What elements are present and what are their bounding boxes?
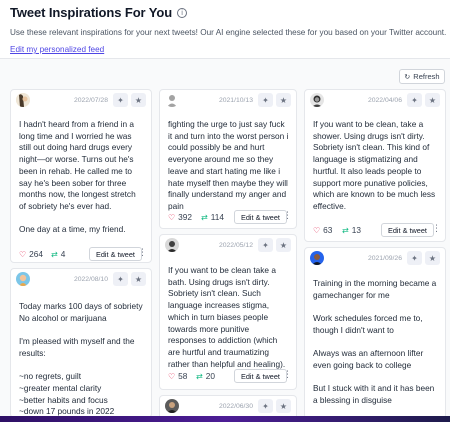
tweet-actions: ♡ 58 ⇄ 20 Edit & tweet ⋮ <box>166 369 292 383</box>
tweet-text: Today marks 100 days of sobriety No alco… <box>19 301 143 417</box>
more-icon[interactable]: ⋮ <box>283 211 292 221</box>
title-row: Tweet Inspirations For You i <box>10 0 450 20</box>
tweet-text: Training in the morning became a gamecha… <box>313 278 437 406</box>
sparkle-icon[interactable]: ✦ <box>258 399 273 413</box>
avatar <box>16 272 30 286</box>
tweet-date: 2021/09/26 <box>367 255 402 262</box>
star-icon[interactable]: ★ <box>131 93 146 107</box>
tweet-text: If you want to be clean take a bath. Usi… <box>168 265 286 369</box>
refresh-button[interactable]: ↻ Refresh <box>399 69 445 84</box>
avatar <box>165 399 179 413</box>
heart-icon: ♡ <box>19 249 27 259</box>
tweet-text: If you want to be clean, take a shower. … <box>313 119 436 211</box>
card-header: 2022/07/28 ✦ ★ <box>11 90 151 112</box>
sparkle-icon[interactable]: ✦ <box>113 272 128 286</box>
heart-icon: ♡ <box>313 225 321 235</box>
sparkle-icon[interactable]: ✦ <box>113 93 128 107</box>
card-header: 2021/09/26 ✦ ★ <box>305 248 445 270</box>
sparkle-icon[interactable]: ✦ <box>407 93 422 107</box>
tweet-card: 2021/10/13 ✦ ★ fighting the urge to just… <box>159 89 297 229</box>
avatar <box>165 93 179 107</box>
like-count[interactable]: ♡ 264 <box>19 249 43 259</box>
like-count[interactable]: ♡ 392 <box>168 212 192 222</box>
heart-icon: ♡ <box>168 212 176 222</box>
card-header: 2022/06/30 ✦ ★ <box>160 396 296 418</box>
tweet-card: 2021/09/26 ✦ ★ Training in the morning b… <box>304 247 446 419</box>
like-count[interactable]: ♡ 58 <box>168 371 187 381</box>
tweet-actions: ♡ 392 ⇄ 114 Edit & tweet ⋮ <box>166 210 292 224</box>
retweet-icon: ⇄ <box>201 212 208 222</box>
sparkle-icon[interactable]: ✦ <box>258 238 273 252</box>
avatar <box>310 251 324 265</box>
retweet-count[interactable]: ⇄ 13 <box>342 225 361 235</box>
tweet-date: 2022/04/06 <box>367 97 402 104</box>
avatar <box>165 238 179 252</box>
tweet-date: 2022/06/30 <box>218 403 253 410</box>
bottom-bar <box>0 416 450 422</box>
refresh-label: Refresh <box>413 72 440 81</box>
edit-and-tweet-button[interactable]: Edit & tweet <box>234 369 287 383</box>
card-header: 2022/04/06 ✦ ★ <box>305 90 445 112</box>
tweet-card: 2022/04/06 ✦ ★ If you want to be clean, … <box>304 89 446 242</box>
heart-icon: ♡ <box>168 371 176 381</box>
page-header: Tweet Inspirations For You i Use these r… <box>10 0 450 57</box>
tweet-date: 2022/08/10 <box>73 276 108 283</box>
star-icon[interactable]: ★ <box>276 399 291 413</box>
more-icon[interactable]: ⋮ <box>138 248 147 258</box>
tweet-date: 2021/10/13 <box>218 97 253 104</box>
retweet-count[interactable]: ⇄ 20 <box>196 371 215 381</box>
sparkle-icon[interactable]: ✦ <box>407 251 422 265</box>
refresh-icon: ↻ <box>404 72 411 81</box>
tweet-text: I hadn't heard from a friend in a long t… <box>19 119 136 235</box>
retweet-count[interactable]: ⇄ 4 <box>51 249 65 259</box>
retweet-icon: ⇄ <box>196 371 203 381</box>
like-count[interactable]: ♡ 63 <box>313 225 332 235</box>
star-icon[interactable]: ★ <box>276 238 291 252</box>
card-header: 2022/05/12 ✦ ★ <box>160 235 296 257</box>
star-icon[interactable]: ★ <box>131 272 146 286</box>
page-subtitle: Use these relevant inspirations for your… <box>10 28 447 37</box>
edit-and-tweet-button[interactable]: Edit & tweet <box>234 210 287 224</box>
edit-feed-link[interactable]: Edit my personalized feed <box>10 45 104 54</box>
avatar <box>16 93 30 107</box>
tweet-card: 2022/05/12 ✦ ★ If you want to be clean t… <box>159 234 297 390</box>
avatar <box>310 93 324 107</box>
star-icon[interactable]: ★ <box>276 93 291 107</box>
star-icon[interactable]: ★ <box>425 93 440 107</box>
sparkle-icon[interactable]: ✦ <box>258 93 273 107</box>
tweet-date: 2022/07/28 <box>73 97 108 104</box>
retweet-icon: ⇄ <box>342 225 349 235</box>
tweet-card: 2022/08/10 ✦ ★ Today marks 100 days of s… <box>10 268 152 418</box>
retweet-count[interactable]: ⇄ 114 <box>201 212 224 222</box>
retweet-icon: ⇄ <box>51 249 58 259</box>
tweet-date: 2022/05/12 <box>218 242 253 249</box>
tweet-actions: ♡ 264 ⇄ 4 Edit & tweet ⋮ <box>17 247 147 261</box>
edit-and-tweet-button[interactable]: Edit & tweet <box>381 223 434 237</box>
tweet-actions: ♡ 63 ⇄ 13 Edit & tweet ⋮ <box>311 223 441 237</box>
page-title: Tweet Inspirations For You <box>10 5 173 20</box>
edit-and-tweet-button[interactable]: Edit & tweet <box>89 247 142 261</box>
card-header: 2022/08/10 ✦ ★ <box>11 269 151 291</box>
tweet-card: 2022/07/28 ✦ ★ I hadn't heard from a fri… <box>10 89 152 263</box>
star-icon[interactable]: ★ <box>425 251 440 265</box>
more-icon[interactable]: ⋮ <box>283 370 292 380</box>
info-icon[interactable]: i <box>177 7 188 18</box>
tweet-text: fighting the urge to just say fuck it an… <box>168 119 289 211</box>
card-header: 2021/10/13 ✦ ★ <box>160 90 296 112</box>
more-icon[interactable]: ⋮ <box>432 224 441 234</box>
